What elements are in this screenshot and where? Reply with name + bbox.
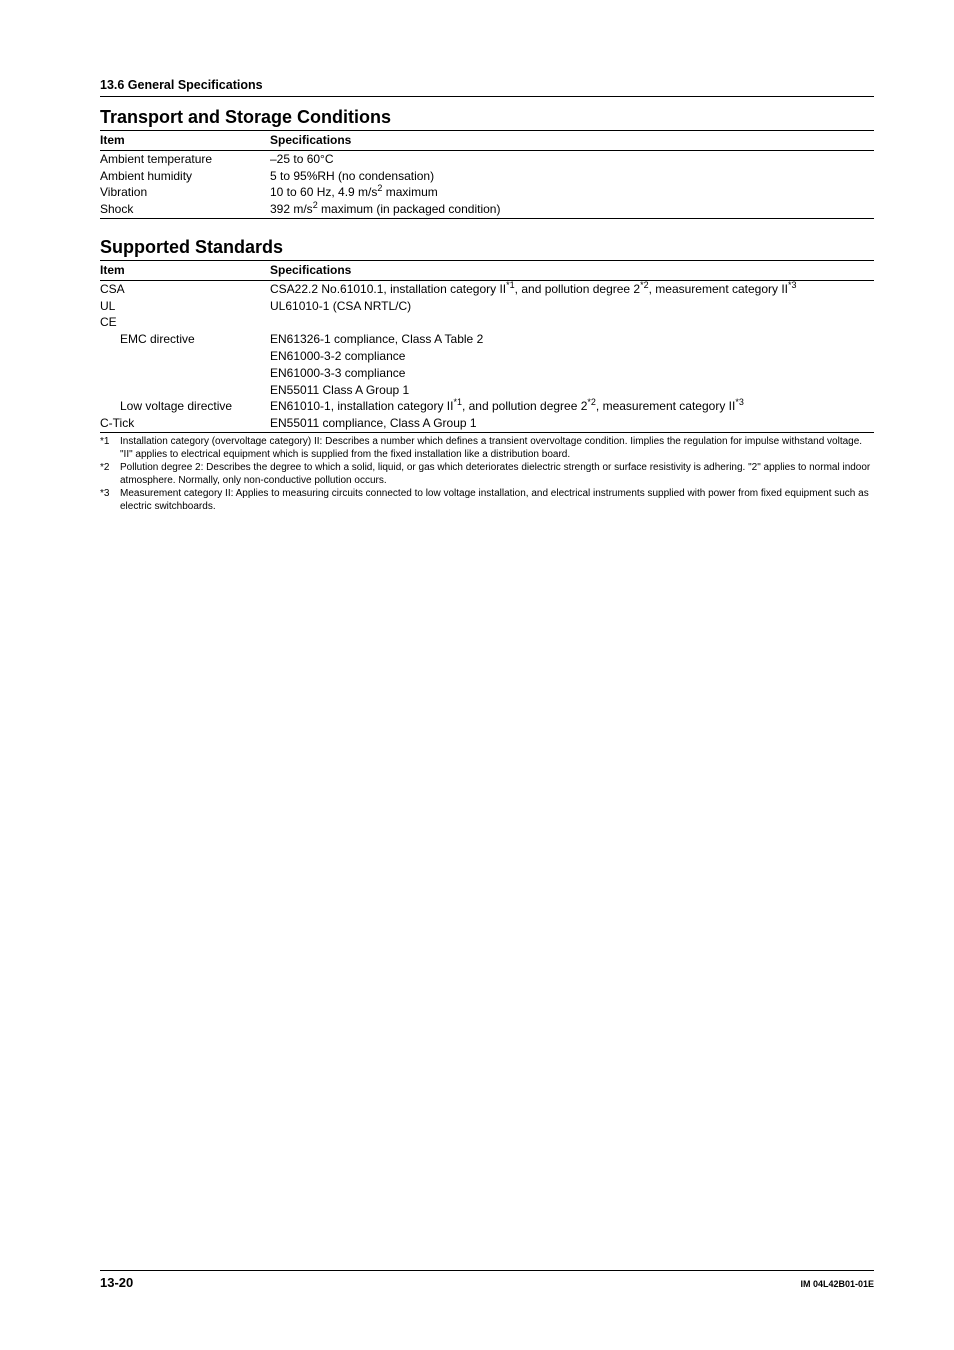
cell-spec: UL61010-1 (CSA NRTL/C) — [270, 298, 874, 315]
cell-spec: EN61010-1, installation category II*1, a… — [270, 398, 874, 415]
cell-spec: EN55011 compliance, Class A Group 1 — [270, 415, 874, 432]
table-row: C-TickEN55011 compliance, Class A Group … — [100, 415, 874, 432]
footnotes: *1Installation category (overvoltage cat… — [100, 435, 874, 513]
cell-item: Vibration — [100, 184, 270, 201]
cell-spec: EN61000-3-2 compliance — [270, 348, 874, 365]
table-body: Ambient temperature–25 to 60°CAmbient hu… — [100, 150, 874, 218]
footnote-text: Measurement category II: Applies to meas… — [120, 487, 874, 513]
footer: 13-20 IM 04L42B01-01E — [100, 1270, 874, 1290]
footnote-marker: *3 — [100, 487, 120, 513]
footnote-row: *2Pollution degree 2: Describes the degr… — [100, 461, 874, 487]
page-number: 13-20 — [100, 1275, 133, 1290]
table-row: Ambient temperature–25 to 60°C — [100, 150, 874, 167]
cell-item: C-Tick — [100, 415, 270, 432]
footnote-row: *3Measurement category II: Applies to me… — [100, 487, 874, 513]
cell-item: CSA — [100, 280, 270, 297]
cell-spec: 392 m/s2 maximum (in packaged condition) — [270, 201, 874, 218]
table-row: CSACSA22.2 No.61010.1, installation cate… — [100, 280, 874, 297]
footnote-marker: *2 — [100, 461, 120, 487]
table-row: Shock392 m/s2 maximum (in packaged condi… — [100, 201, 874, 218]
table-standards: Item Specifications CSACSA22.2 No.61010.… — [100, 260, 874, 433]
col-header-spec: Specifications — [270, 260, 874, 280]
cell-item: CE — [100, 314, 270, 331]
footnote-row: *1Installation category (overvoltage cat… — [100, 435, 874, 461]
cell-spec — [270, 314, 874, 331]
table-row: EMC directiveEN61326-1 compliance, Class… — [100, 331, 874, 348]
cell-item: Shock — [100, 201, 270, 218]
cell-item: Ambient temperature — [100, 150, 270, 167]
cell-item — [100, 382, 270, 399]
cell-spec: EN61326-1 compliance, Class A Table 2 — [270, 331, 874, 348]
col-header-item: Item — [100, 131, 270, 151]
cell-spec: –25 to 60°C — [270, 150, 874, 167]
table-row: CE — [100, 314, 874, 331]
cell-spec: CSA22.2 No.61010.1, installation categor… — [270, 280, 874, 297]
table-row: ULUL61010-1 (CSA NRTL/C) — [100, 298, 874, 315]
cell-spec: 5 to 95%RH (no condensation) — [270, 168, 874, 185]
cell-item: EMC directive — [100, 331, 270, 348]
cell-item: UL — [100, 298, 270, 315]
document-id: IM 04L42B01-01E — [800, 1279, 874, 1289]
footnote-text: Installation category (overvoltage categ… — [120, 435, 874, 461]
footnote-marker: *1 — [100, 435, 120, 461]
table-body: CSACSA22.2 No.61010.1, installation cate… — [100, 280, 874, 432]
col-header-item: Item — [100, 260, 270, 280]
header-rule — [100, 96, 874, 97]
table-row: EN61000-3-3 compliance — [100, 365, 874, 382]
col-header-spec: Specifications — [270, 131, 874, 151]
cell-item: Ambient humidity — [100, 168, 270, 185]
table-row: Vibration10 to 60 Hz, 4.9 m/s2 maximum — [100, 184, 874, 201]
cell-item — [100, 365, 270, 382]
table-row: Ambient humidity5 to 95%RH (no condensat… — [100, 168, 874, 185]
cell-item — [100, 348, 270, 365]
section-title-transport: Transport and Storage Conditions — [100, 107, 874, 128]
running-header: 13.6 General Specifications — [100, 78, 874, 92]
cell-spec: 10 to 60 Hz, 4.9 m/s2 maximum — [270, 184, 874, 201]
footnote-text: Pollution degree 2: Describes the degree… — [120, 461, 874, 487]
cell-spec: EN55011 Class A Group 1 — [270, 382, 874, 399]
cell-item: Low voltage directive — [100, 398, 270, 415]
table-row: EN55011 Class A Group 1 — [100, 382, 874, 399]
spacer — [100, 219, 874, 233]
section-title-standards: Supported Standards — [100, 237, 874, 258]
cell-spec: EN61000-3-3 compliance — [270, 365, 874, 382]
table-row: EN61000-3-2 compliance — [100, 348, 874, 365]
page: 13.6 General Specifications Transport an… — [0, 0, 954, 1350]
table-row: Low voltage directiveEN61010-1, installa… — [100, 398, 874, 415]
table-transport: Item Specifications Ambient temperature–… — [100, 130, 874, 219]
